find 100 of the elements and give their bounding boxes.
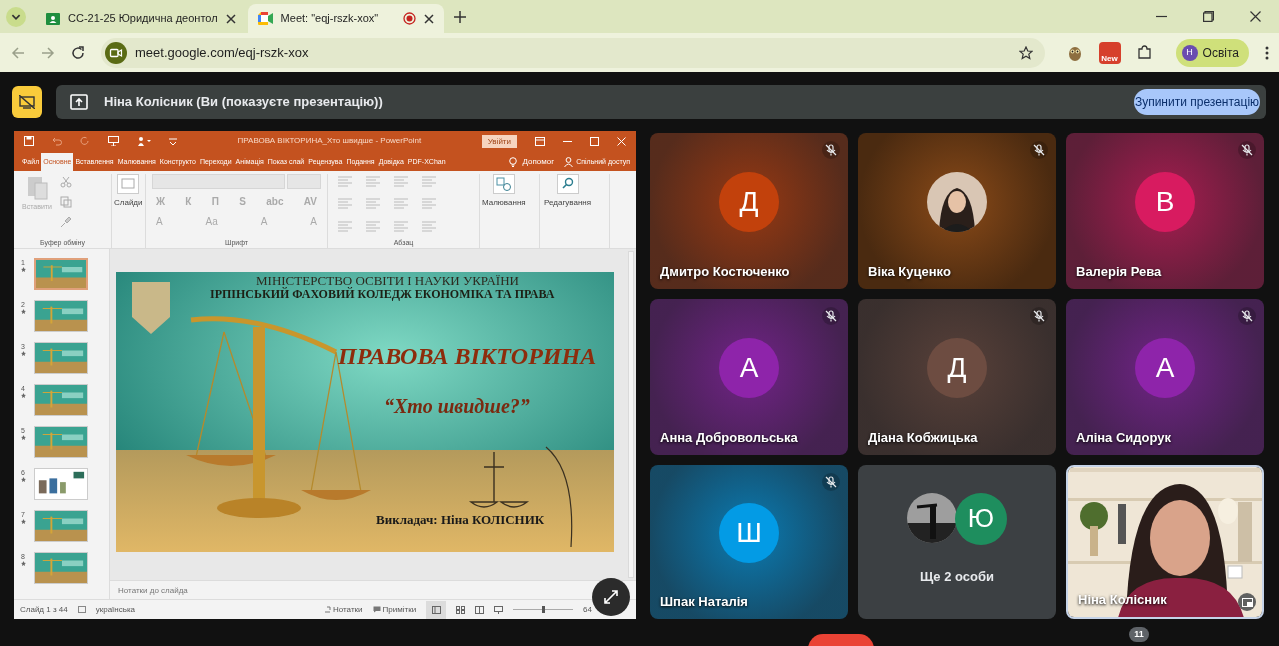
slide-heading: ІРПІНСЬКИЙ ФАХОВИЙ КОЛЕДЖ ЕКОНОМІКА ТА ПРАВА [210, 287, 555, 301]
slide-layout-icon [117, 174, 140, 194]
slide-sorter-icon[interactable] [456, 605, 466, 614]
save-icon[interactable] [24, 136, 34, 146]
notes-button[interactable]: Нотатки [324, 603, 363, 616]
person-icon [564, 157, 574, 167]
clipboard-icon [26, 174, 48, 200]
profile-button[interactable]: Н Освіта [1175, 38, 1249, 67]
normal-view-icon [431, 605, 441, 614]
star-icon [20, 351, 26, 356]
star-icon[interactable] [1018, 45, 1033, 60]
slide-thumbnail[interactable] [34, 300, 88, 332]
avatar: В [1135, 171, 1195, 232]
forward-icon[interactable] [41, 45, 55, 60]
reading-view-icon[interactable] [475, 605, 485, 614]
undo-icon[interactable] [52, 136, 62, 146]
extension-button[interactable]: New [1098, 41, 1121, 64]
tab-title: Meet: "eqj-rszk-xox" [280, 11, 380, 27]
avatar: Н [1181, 44, 1198, 61]
sign-in-button[interactable]: Увійти [481, 134, 517, 148]
star-icon [20, 393, 26, 398]
presentation-off-icon [19, 95, 35, 109]
slide-thumbnail[interactable] [34, 552, 88, 584]
url-text: meet.google.com/eqj-rszk-xox [135, 43, 310, 62]
star-icon [20, 561, 26, 566]
menu-icon[interactable] [1265, 45, 1269, 60]
slide-thumbnail[interactable] [34, 510, 88, 542]
avatar: Д [719, 171, 779, 232]
language-label: українська [95, 603, 136, 616]
avatar: Ш [719, 502, 779, 563]
normal-view-button[interactable] [426, 600, 447, 619]
slide-thumbnail[interactable] [34, 258, 88, 290]
classroom-icon [46, 11, 60, 26]
zoom-level: 64 [583, 603, 592, 616]
customize-icon[interactable] [169, 137, 177, 145]
accessibility-icon[interactable] [77, 606, 86, 613]
comments-button[interactable]: Примітки [372, 603, 417, 616]
participant-name: Віка Куценко [868, 262, 951, 281]
ribbon-display-icon[interactable] [535, 136, 545, 146]
search-icon [556, 174, 579, 194]
restore-icon[interactable] [1203, 11, 1214, 22]
participant-name: Аліна Сидорук [1076, 428, 1172, 447]
document-title: ПРАВОВА ВІКТОРИНА_Хто швидше - PowerPoint [236, 135, 423, 147]
shapes-icon [492, 174, 515, 194]
browser-tab[interactable]: Meet: "eqj-rszk-xox" [247, 4, 444, 33]
avatar: Ю [955, 492, 1007, 545]
slide-thumbnail[interactable] [34, 426, 88, 458]
puzzle-icon[interactable] [1136, 45, 1152, 60]
help-link[interactable]: Допомог [522, 156, 555, 168]
slide-thumbnail[interactable] [34, 384, 88, 416]
lightbulb-icon[interactable] [508, 157, 517, 167]
star-icon [20, 477, 26, 482]
brush-icon[interactable] [60, 216, 72, 228]
slide-thumbnail[interactable] [34, 468, 88, 500]
avatar: А [719, 337, 779, 398]
slideshow-icon[interactable] [494, 605, 504, 614]
editing-button[interactable]: Редагування [544, 174, 592, 248]
back-icon[interactable] [11, 45, 25, 60]
address-bar[interactable]: meet.google.com/eqj-rszk-xox [101, 37, 1045, 68]
tab-title: СС-21-25 Юридична деонтол [68, 11, 218, 27]
star-icon [20, 519, 26, 524]
zoom-slider-thumb[interactable] [541, 606, 545, 613]
participant-name: Анна Добровольська [660, 428, 798, 447]
slide-subtitle: “Хто швидше?” [384, 394, 530, 418]
browser-tab[interactable]: СС-21-25 Юридична деонтол [36, 4, 246, 33]
present-icon [70, 94, 88, 110]
slide-author: Викладач: Ніна КОЛІСНИК [376, 512, 545, 528]
slide-heading: МІНІСТЕРСТВО ОСВІТИ І НАУКИ УКРАЇНИ [256, 274, 519, 288]
participant-name: Дмитро Костюченко [660, 262, 790, 281]
presenter-status: Ніна Колісник (Ви (показуєте презентацію)) [104, 93, 384, 112]
avatar: Д [927, 337, 987, 398]
new-slide-button[interactable]: Слайди [114, 174, 143, 248]
slideshow-icon[interactable] [108, 136, 119, 146]
arrange-button[interactable]: Малювання [482, 174, 526, 248]
star-icon [20, 309, 26, 314]
picture-in-picture-icon [1241, 597, 1253, 607]
avatar: А [1135, 337, 1195, 398]
new-tab-icon[interactable] [453, 10, 466, 23]
star-icon [20, 267, 26, 272]
close-icon[interactable] [1250, 11, 1261, 22]
comment-icon [372, 606, 381, 613]
star-icon [20, 435, 26, 440]
tab-list-icon[interactable] [6, 6, 26, 27]
notes-icon [324, 606, 331, 613]
font-size-field[interactable] [287, 174, 321, 189]
reload-icon[interactable] [71, 45, 85, 60]
font-name-field[interactable] [152, 174, 286, 189]
slide-thumbnail[interactable] [34, 342, 88, 374]
presentation-off-button[interactable] [12, 86, 42, 118]
camera-icon [105, 41, 127, 64]
people-count-badge: 11 [1129, 627, 1149, 642]
participant-count: Ще 2 особи [919, 568, 995, 586]
close-icon[interactable] [225, 13, 236, 24]
participant-name: Діана Кобжицька [868, 428, 978, 447]
scrollbar[interactable] [628, 251, 634, 578]
expand-icon [603, 589, 619, 605]
meet-icon [257, 12, 273, 25]
maximize-icon[interactable] [590, 136, 599, 146]
stop-presenting-button[interactable]: Зупинити презентацію [1134, 89, 1260, 115]
close-icon[interactable] [423, 13, 434, 24]
